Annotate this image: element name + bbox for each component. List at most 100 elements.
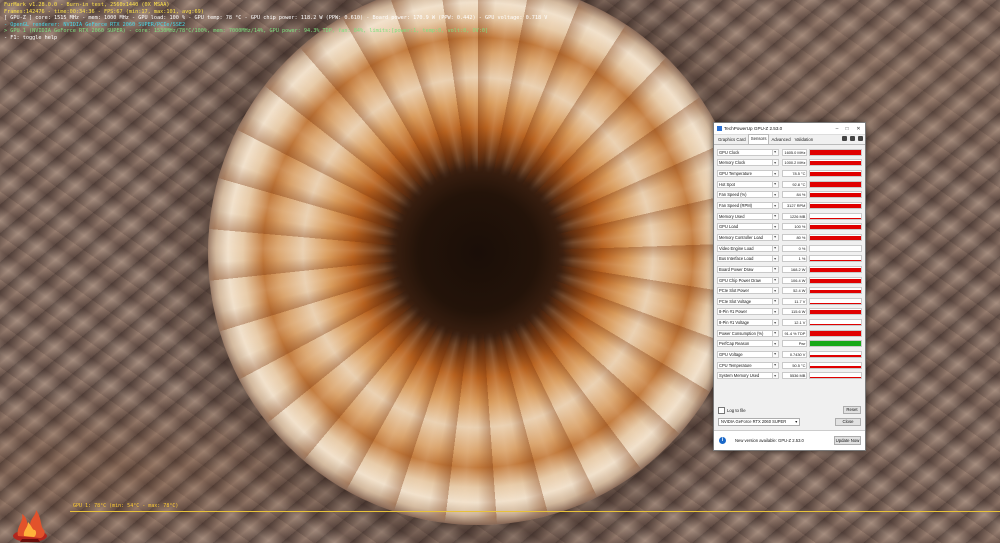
sensor-label: GPU Chip Power Draw bbox=[717, 276, 773, 284]
close-button[interactable]: Close bbox=[835, 418, 861, 426]
sensor-dropdown-chevron-icon[interactable]: ▼ bbox=[772, 148, 779, 156]
sensor-graph-fill bbox=[810, 366, 861, 368]
update-notice: i New version available: GPU-Z 2.53.0 Up… bbox=[714, 430, 865, 450]
sensor-row: Power Consumption (%) ▼ 91.4 % TDP bbox=[717, 328, 862, 339]
sensor-dropdown-chevron-icon[interactable]: ▼ bbox=[772, 170, 779, 178]
tab-validation[interactable]: Validation bbox=[793, 136, 816, 144]
sensor-dropdown-chevron-icon[interactable]: ▼ bbox=[772, 361, 779, 369]
sensor-value: 52.4 W bbox=[781, 287, 808, 295]
sensor-graph bbox=[809, 244, 862, 252]
log-to-file-label: Log to file bbox=[727, 408, 746, 413]
sensor-dropdown-chevron-icon[interactable]: ▼ bbox=[772, 340, 779, 348]
tab-advanced[interactable]: Advanced bbox=[769, 136, 792, 144]
temperature-graph-label: GPU 1: 78°C (min: 54°C - max: 78°C) bbox=[73, 503, 179, 509]
sensor-label: Fan Speed (%) bbox=[717, 191, 773, 199]
sensor-graph-fill bbox=[810, 324, 861, 326]
sensor-value: 84 % bbox=[781, 191, 808, 199]
gpu-select-value: NVIDIA GeForce RTX 2060 SUPER bbox=[721, 419, 787, 424]
sensor-graph-fill bbox=[810, 302, 861, 304]
sensor-graph-fill bbox=[810, 193, 861, 198]
sensor-label: Memory Used bbox=[717, 212, 773, 220]
sensor-label: Board Power Draw bbox=[717, 265, 773, 273]
sensor-graph bbox=[809, 159, 862, 167]
sensor-graph bbox=[809, 180, 862, 188]
sensor-dropdown-chevron-icon[interactable]: ▼ bbox=[772, 350, 779, 358]
sensor-row: CPU Temperature ▼ 50.5 °C bbox=[717, 360, 862, 371]
sensor-label: GPU Voltage bbox=[717, 350, 773, 358]
sensor-dropdown-chevron-icon[interactable]: ▼ bbox=[772, 159, 779, 167]
refresh-icon[interactable] bbox=[850, 136, 855, 141]
sensor-dropdown-chevron-icon[interactable]: ▼ bbox=[772, 233, 779, 241]
sensor-graph bbox=[809, 329, 862, 337]
sensor-graph bbox=[809, 170, 862, 178]
sensor-label: Fan Speed (RPM) bbox=[717, 202, 773, 210]
menu-icon[interactable] bbox=[858, 136, 863, 141]
sensor-dropdown-chevron-icon[interactable]: ▼ bbox=[772, 265, 779, 273]
sensor-dropdown-chevron-icon[interactable]: ▼ bbox=[772, 287, 779, 295]
tab-graphics-card[interactable]: Graphics Card bbox=[716, 136, 748, 144]
log-to-file-option[interactable]: Log to file bbox=[718, 407, 746, 414]
sensor-dropdown-chevron-icon[interactable]: ▼ bbox=[772, 244, 779, 252]
sensor-value: 0.7430 V bbox=[781, 350, 808, 358]
sensor-graph-fill bbox=[810, 278, 861, 283]
sensor-value: 1 % bbox=[781, 255, 808, 263]
minimize-button[interactable]: – bbox=[832, 123, 842, 134]
sensor-dropdown-chevron-icon[interactable]: ▼ bbox=[772, 212, 779, 220]
sensor-graph-fill bbox=[810, 161, 861, 166]
sensor-value: 80 % bbox=[781, 233, 808, 241]
update-now-button[interactable]: Update Now bbox=[834, 436, 861, 445]
sensor-row: Memory Used ▼ 1226 MB bbox=[717, 211, 862, 222]
sensor-label: Power Consumption (%) bbox=[717, 329, 773, 337]
sensor-graph-fill bbox=[810, 224, 861, 230]
sensor-row: GPU Chip Power Draw ▼ 106.4 W bbox=[717, 275, 862, 286]
gpuz-titlebar[interactable]: TechPowerUp GPU-Z 2.53.0 – □ ✕ bbox=[714, 123, 865, 135]
sensor-value: 78.5 °C bbox=[781, 170, 808, 178]
sensor-label: Memory Clock bbox=[717, 159, 773, 167]
tab-sensors[interactable]: Sensors bbox=[747, 134, 770, 144]
sensor-graph bbox=[809, 212, 862, 220]
sensor-row: GPU Clock ▼ 1605.0 MHz bbox=[717, 147, 862, 158]
maximize-button[interactable]: □ bbox=[842, 123, 852, 134]
sensor-graph-fill bbox=[810, 310, 861, 315]
sensor-graph-fill bbox=[810, 267, 861, 272]
sensor-label: Video Engine Load bbox=[717, 244, 773, 252]
gpuz-app-icon bbox=[717, 126, 722, 131]
sensor-label: GPU Load bbox=[717, 223, 773, 231]
sensor-value: 0 % bbox=[781, 244, 808, 252]
sensor-row: Fan Speed (RPM) ▼ 3127 RPM bbox=[717, 200, 862, 211]
sensor-graph-fill bbox=[810, 150, 861, 155]
reset-button[interactable]: Reset bbox=[843, 406, 861, 414]
log-to-file-checkbox[interactable] bbox=[718, 407, 725, 414]
sensor-dropdown-chevron-icon[interactable]: ▼ bbox=[772, 372, 779, 380]
sensor-graph bbox=[809, 191, 862, 199]
sensor-graph-fill bbox=[810, 217, 861, 219]
sensor-dropdown-chevron-icon[interactable]: ▼ bbox=[772, 308, 779, 316]
sensor-dropdown-chevron-icon[interactable]: ▼ bbox=[772, 191, 779, 199]
camera-icon[interactable] bbox=[842, 136, 847, 141]
sensor-row: Hot Spot ▼ 92.8 °C bbox=[717, 179, 862, 190]
temperature-graph-line bbox=[70, 511, 1000, 512]
sensor-graph-fill bbox=[810, 260, 861, 262]
sensor-dropdown-chevron-icon[interactable]: ▼ bbox=[772, 329, 779, 337]
sensor-dropdown-chevron-icon[interactable]: ▼ bbox=[772, 202, 779, 210]
sensor-dropdown-chevron-icon[interactable]: ▼ bbox=[772, 319, 779, 327]
sensor-value: 5536 MB bbox=[781, 372, 808, 380]
sensor-dropdown-chevron-icon[interactable]: ▼ bbox=[772, 223, 779, 231]
sensor-row: Fan Speed (%) ▼ 84 % bbox=[717, 190, 862, 201]
sensor-label: 8-Pin #1 Power bbox=[717, 308, 773, 316]
gpuz-tabs: Graphics Card Sensors Advanced Validatio… bbox=[714, 134, 865, 145]
sensor-dropdown-chevron-icon[interactable]: ▼ bbox=[772, 255, 779, 263]
gpu-select-dropdown[interactable]: NVIDIA GeForce RTX 2060 SUPER ▼ bbox=[718, 418, 800, 426]
sensor-row: PCIe Slot Power ▼ 52.4 W bbox=[717, 285, 862, 296]
sensor-label: Hot Spot bbox=[717, 180, 773, 188]
sensor-row: Memory Controller Load ▼ 80 % bbox=[717, 232, 862, 243]
close-window-button[interactable]: ✕ bbox=[852, 123, 865, 134]
sensor-dropdown-chevron-icon[interactable]: ▼ bbox=[772, 180, 779, 188]
sensor-dropdown-chevron-icon[interactable]: ▼ bbox=[772, 297, 779, 305]
sensor-graph bbox=[809, 265, 862, 273]
furmark-logo-icon bbox=[13, 510, 47, 542]
sensor-graph bbox=[809, 308, 862, 316]
osd-line: - OpenGL renderer: NVIDIA GeForce RTX 20… bbox=[4, 21, 186, 28]
sensor-graph bbox=[809, 297, 862, 305]
sensor-dropdown-chevron-icon[interactable]: ▼ bbox=[772, 276, 779, 284]
